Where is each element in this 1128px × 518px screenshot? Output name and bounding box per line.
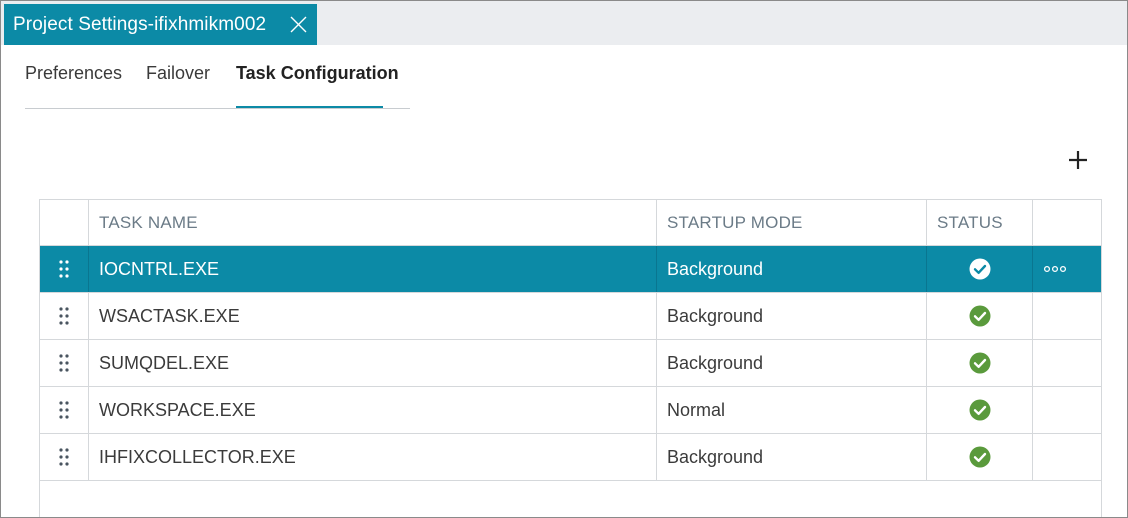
plus-icon bbox=[1069, 151, 1087, 169]
tab-task-configuration[interactable]: Task Configuration bbox=[236, 63, 399, 84]
project-settings-panel: Project Settings-ifixhmikm002 Preference… bbox=[0, 0, 1128, 518]
table-row[interactable]: WORKSPACE.EXE Normal bbox=[40, 387, 1101, 434]
startup-mode-cell: Normal bbox=[657, 387, 927, 433]
drag-handle-icon bbox=[59, 307, 69, 325]
task-name-cell: IHFIXCOLLECTOR.EXE bbox=[89, 434, 657, 480]
settings-subtabs: Preferences Failover Task Configuration bbox=[25, 45, 410, 109]
status-cell[interactable] bbox=[927, 293, 1033, 339]
drag-handle[interactable] bbox=[40, 246, 89, 292]
header-task-name[interactable]: TASK NAME bbox=[89, 200, 657, 245]
startup-mode-cell: Background bbox=[657, 246, 927, 292]
header-status[interactable]: STATUS bbox=[927, 200, 1033, 245]
check-circle-icon bbox=[969, 258, 990, 280]
table-row[interactable]: WSACTASK.EXE Background bbox=[40, 293, 1101, 340]
header-startup-mode[interactable]: STARTUP MODE bbox=[657, 200, 927, 245]
drag-handle-icon bbox=[59, 401, 69, 419]
document-tab-project-settings[interactable]: Project Settings-ifixhmikm002 bbox=[4, 4, 317, 45]
tab-failover[interactable]: Failover bbox=[146, 63, 210, 84]
close-icon[interactable] bbox=[290, 16, 307, 33]
startup-mode-cell: Background bbox=[657, 340, 927, 386]
task-name-cell: IOCNTRL.EXE bbox=[89, 246, 657, 292]
startup-mode-cell: Background bbox=[657, 293, 927, 339]
task-name-cell: WSACTASK.EXE bbox=[89, 293, 657, 339]
check-circle-icon bbox=[969, 352, 990, 374]
check-circle-icon bbox=[969, 305, 990, 327]
row-actions-cell bbox=[1033, 246, 1101, 292]
more-horizontal-icon[interactable] bbox=[1043, 265, 1067, 273]
drag-handle[interactable] bbox=[40, 387, 89, 433]
table-row[interactable]: IHFIXCOLLECTOR.EXE Background bbox=[40, 434, 1101, 481]
table-row[interactable]: IOCNTRL.EXE Background bbox=[40, 246, 1101, 293]
drag-handle-icon bbox=[59, 448, 69, 466]
row-actions-cell bbox=[1033, 387, 1101, 433]
task-table: TASK NAME STARTUP MODE STATUS IOCNTRL.EX… bbox=[39, 199, 1102, 517]
add-task-button[interactable] bbox=[1065, 147, 1091, 173]
check-circle-icon bbox=[969, 399, 990, 421]
status-cell[interactable] bbox=[927, 387, 1033, 433]
table-header-row: TASK NAME STARTUP MODE STATUS bbox=[40, 200, 1101, 246]
tab-preferences[interactable]: Preferences bbox=[25, 63, 122, 84]
drag-handle-icon bbox=[59, 260, 69, 278]
drag-handle[interactable] bbox=[40, 293, 89, 339]
document-tabstrip: Project Settings-ifixhmikm002 bbox=[1, 1, 1127, 45]
row-actions-cell bbox=[1033, 340, 1101, 386]
header-actions-cell bbox=[1033, 200, 1101, 245]
header-handle-cell bbox=[40, 200, 89, 245]
drag-handle-icon bbox=[59, 354, 69, 372]
active-tab-indicator bbox=[236, 106, 383, 108]
task-name-cell: SUMQDEL.EXE bbox=[89, 340, 657, 386]
status-cell[interactable] bbox=[927, 246, 1033, 292]
drag-handle[interactable] bbox=[40, 340, 89, 386]
document-tab-title: Project Settings-ifixhmikm002 bbox=[13, 13, 267, 35]
status-cell[interactable] bbox=[927, 340, 1033, 386]
task-name-cell: WORKSPACE.EXE bbox=[89, 387, 657, 433]
table-row[interactable]: SUMQDEL.EXE Background bbox=[40, 340, 1101, 387]
status-cell[interactable] bbox=[927, 434, 1033, 480]
check-circle-icon bbox=[969, 446, 990, 468]
row-actions-cell bbox=[1033, 434, 1101, 480]
row-actions-cell bbox=[1033, 293, 1101, 339]
drag-handle[interactable] bbox=[40, 434, 89, 480]
startup-mode-cell: Background bbox=[657, 434, 927, 480]
